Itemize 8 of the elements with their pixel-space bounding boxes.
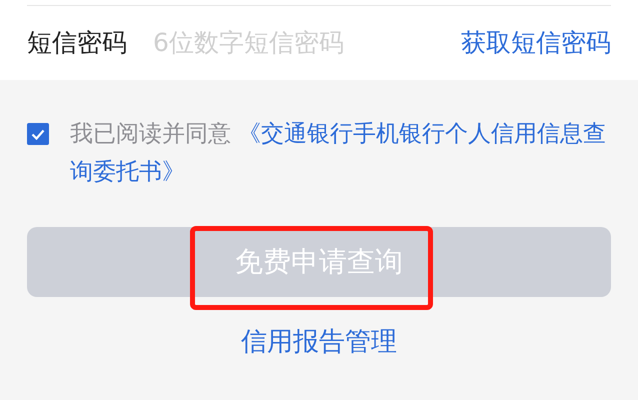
checkbox[interactable] [27, 123, 49, 145]
agreement-link[interactable]: 《交通银行手机银行个人信用信息查 [238, 115, 606, 153]
check-icon [31, 128, 45, 140]
get-code-link[interactable]: 获取短信密码 [461, 24, 611, 62]
agreement-text: 我已阅读并同意 [70, 120, 231, 149]
field-label: 短信密码 [27, 27, 127, 60]
agreement-link[interactable]: 询委托书》 [70, 153, 185, 191]
report-management-link[interactable]: 信用报告管理 [241, 323, 397, 362]
